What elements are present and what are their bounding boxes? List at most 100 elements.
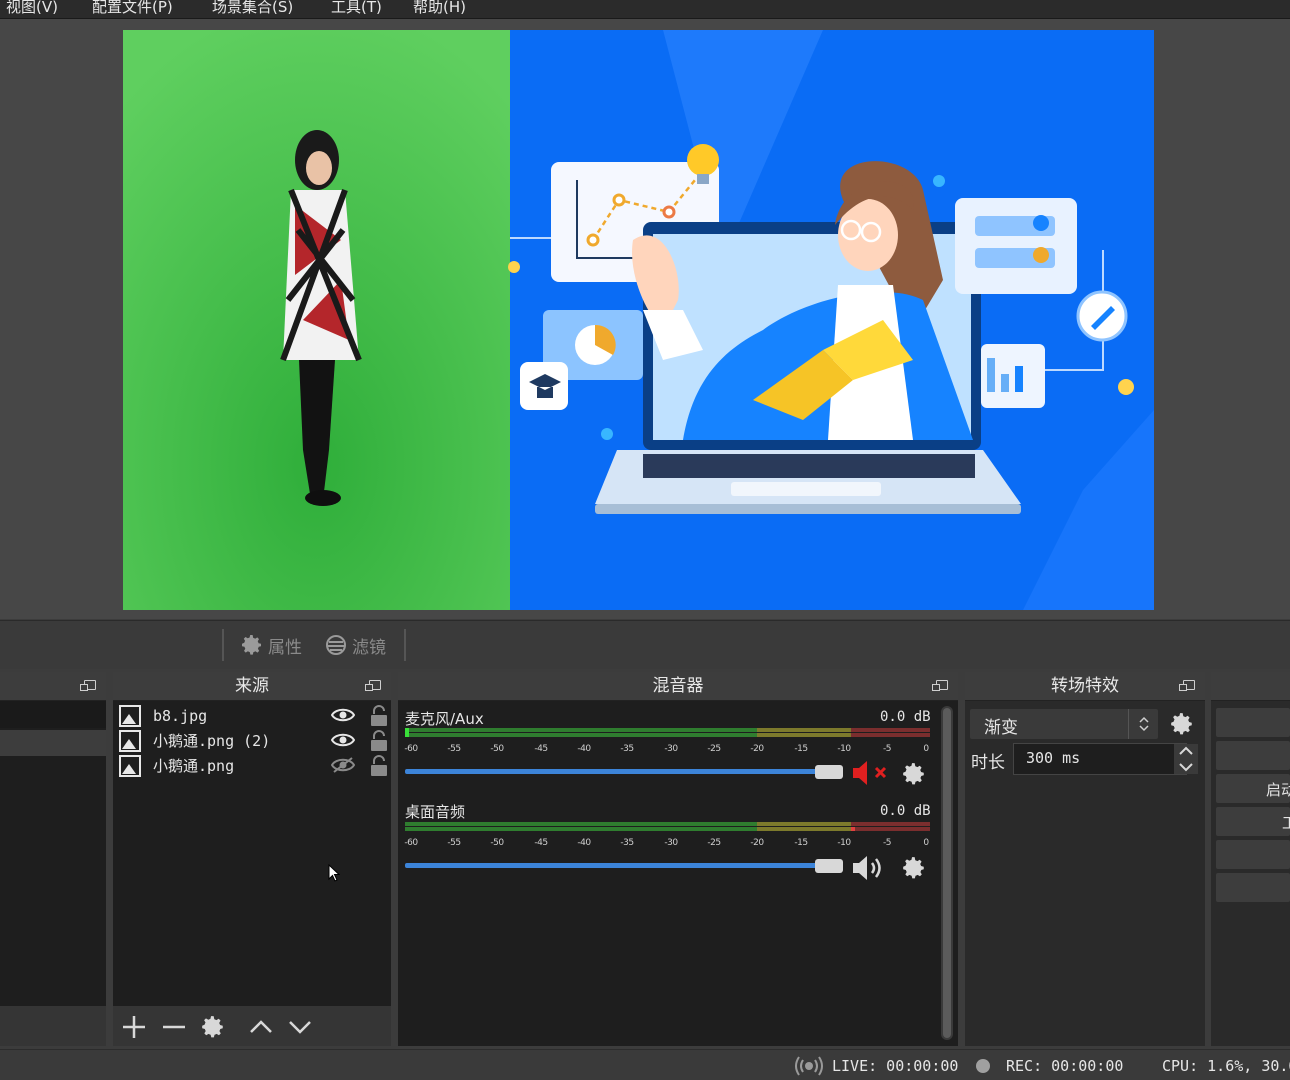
menu-profile[interactable]: 配置文件(P) — [92, 0, 173, 17]
tick-label: -10 — [837, 744, 851, 754]
source-name: 小鹅通.png (2) — [153, 732, 271, 750]
sources-dock: 来源 b8.jpg 小鹅通.png (2) 小鹅通.png — [113, 672, 391, 1046]
add-source-button[interactable] — [121, 1014, 147, 1040]
unlocked-lock-icon[interactable] — [369, 730, 389, 752]
properties-button[interactable]: 属性 — [240, 630, 302, 660]
cpu-status: CPU: 1.6%, 30.00 fps — [1162, 1057, 1290, 1075]
status-bar: LIVE: 00:00:00 REC: 00:00:00 CPU: 1.6%, … — [0, 1049, 1290, 1080]
tick-label: -45 — [534, 744, 548, 754]
spin-arrows-icon[interactable] — [1174, 744, 1198, 774]
desktop-audio-channel-name: 桌面音频 — [405, 803, 466, 821]
duration-value: 300 ms — [1026, 749, 1081, 767]
mic-channel-db: 0.0 dB — [880, 709, 931, 725]
controls-dock-header — [1211, 672, 1290, 701]
scene-item-selected[interactable] — [0, 730, 106, 756]
float-dock-icon[interactable] — [932, 680, 948, 691]
source-item[interactable]: 小鹅通.png (2) — [117, 728, 387, 753]
rec-status: REC: 00:00:00 — [1006, 1057, 1124, 1075]
mic-volume-slider[interactable] — [405, 769, 825, 774]
float-dock-icon[interactable] — [80, 680, 96, 691]
transition-select[interactable]: 渐变 — [970, 709, 1158, 739]
source-item[interactable]: 小鹅通.png — [117, 753, 387, 778]
mixer-dock-header: 混音器 — [398, 672, 958, 701]
source-item[interactable]: b8.jpg — [117, 703, 387, 728]
tick-label: -45 — [534, 838, 548, 848]
float-dock-icon[interactable] — [365, 680, 381, 691]
tick-label: -40 — [577, 744, 591, 754]
gear-icon — [242, 635, 261, 655]
select-divider — [1128, 709, 1129, 739]
muted-speaker-icon[interactable] — [852, 760, 890, 786]
source-properties-button[interactable] — [200, 1014, 226, 1040]
scene-item[interactable] — [0, 701, 106, 728]
plus-icon — [123, 1016, 145, 1038]
filters-button[interactable]: 滤镜 — [324, 630, 386, 660]
hidden-eye-icon[interactable] — [331, 757, 355, 773]
control-button-label: 工 — [1282, 814, 1290, 832]
preview-scene-image — [123, 30, 1154, 610]
unlocked-lock-icon[interactable] — [369, 705, 389, 727]
control-button[interactable]: 工 — [1216, 807, 1290, 836]
remove-source-button[interactable] — [161, 1014, 187, 1040]
tick-label: -55 — [447, 744, 461, 754]
mixer-dock-title: 混音器 — [652, 676, 704, 696]
transition-settings-gear-icon[interactable] — [1169, 711, 1195, 737]
duration-label: 时长 — [971, 753, 1005, 773]
control-button[interactable] — [1216, 741, 1290, 770]
tick-label: -60 — [404, 838, 418, 848]
tick-label: -5 — [883, 838, 891, 848]
transition-selected-value: 渐变 — [984, 718, 1018, 738]
unlocked-lock-icon[interactable] — [369, 755, 389, 777]
chevron-down-icon — [289, 1021, 311, 1034]
control-button[interactable] — [1216, 840, 1290, 869]
float-dock-icon[interactable] — [1179, 680, 1195, 691]
duration-spinbox[interactable]: 300 ms — [1013, 743, 1198, 775]
up-down-arrows-icon — [1139, 716, 1149, 732]
menu-scene-collection[interactable]: 场景集合(S) — [212, 0, 293, 17]
tick-label: -40 — [577, 838, 591, 848]
source-name: b8.jpg — [153, 706, 208, 725]
desktop-audio-meter-ticks: -60 -55 -50 -45 -40 -35 -30 -25 -20 -15 … — [404, 836, 930, 850]
scenes-list[interactable] — [0, 701, 106, 1046]
live-broadcast-icon — [795, 1056, 823, 1076]
live-status: LIVE: 00:00:00 — [832, 1057, 959, 1075]
control-button-label: 启动 — [1266, 781, 1290, 799]
tick-label: -25 — [707, 744, 721, 754]
toolbar-separator — [222, 629, 224, 661]
minus-icon — [163, 1025, 185, 1029]
tick-label: -35 — [620, 838, 634, 848]
sources-list[interactable]: b8.jpg 小鹅通.png (2) 小鹅通.png — [113, 701, 391, 1046]
tick-label: 0 — [923, 744, 929, 754]
tick-label: -35 — [620, 744, 634, 754]
scenes-dock-header — [0, 672, 106, 701]
start-control-button[interactable]: 启动 — [1216, 774, 1290, 803]
control-button[interactable] — [1216, 708, 1290, 737]
menu-help[interactable]: 帮助(H) — [413, 0, 466, 17]
desktop-audio-volume-slider-handle[interactable] — [815, 859, 843, 873]
mic-volume-slider-handle[interactable] — [815, 765, 843, 779]
sources-dock-title: 来源 — [235, 676, 269, 696]
tick-label: -60 — [404, 744, 418, 754]
mic-volume-meter — [405, 728, 930, 740]
move-source-down-button[interactable] — [287, 1014, 313, 1040]
visibility-eye-icon[interactable] — [331, 707, 355, 723]
preview-canvas[interactable] — [123, 30, 1154, 610]
tick-label: -50 — [490, 838, 504, 848]
tick-label: 0 — [923, 838, 929, 848]
gear-icon — [202, 1016, 223, 1038]
visibility-eye-icon[interactable] — [331, 732, 355, 748]
menu-view[interactable]: 视图(V) — [6, 0, 58, 17]
control-button[interactable] — [1216, 873, 1290, 902]
speaker-icon[interactable] — [852, 854, 888, 882]
tick-label: -50 — [490, 744, 504, 754]
desktop-audio-settings-gear-icon[interactable] — [901, 855, 927, 881]
mouse-cursor-icon — [328, 864, 340, 882]
desktop-audio-channel-db: 0.0 dB — [880, 803, 931, 819]
mixer-scrollbar[interactable] — [941, 706, 953, 1040]
mic-settings-gear-icon[interactable] — [901, 761, 927, 787]
menu-tools[interactable]: 工具(T) — [331, 0, 382, 17]
desktop-audio-volume-slider[interactable] — [405, 863, 825, 868]
menu-bar: 视图(V) 配置文件(P) 场景集合(S) 工具(T) 帮助(H) — [0, 0, 1290, 19]
chevron-up-icon — [250, 1020, 272, 1033]
move-source-up-button[interactable] — [248, 1014, 274, 1040]
